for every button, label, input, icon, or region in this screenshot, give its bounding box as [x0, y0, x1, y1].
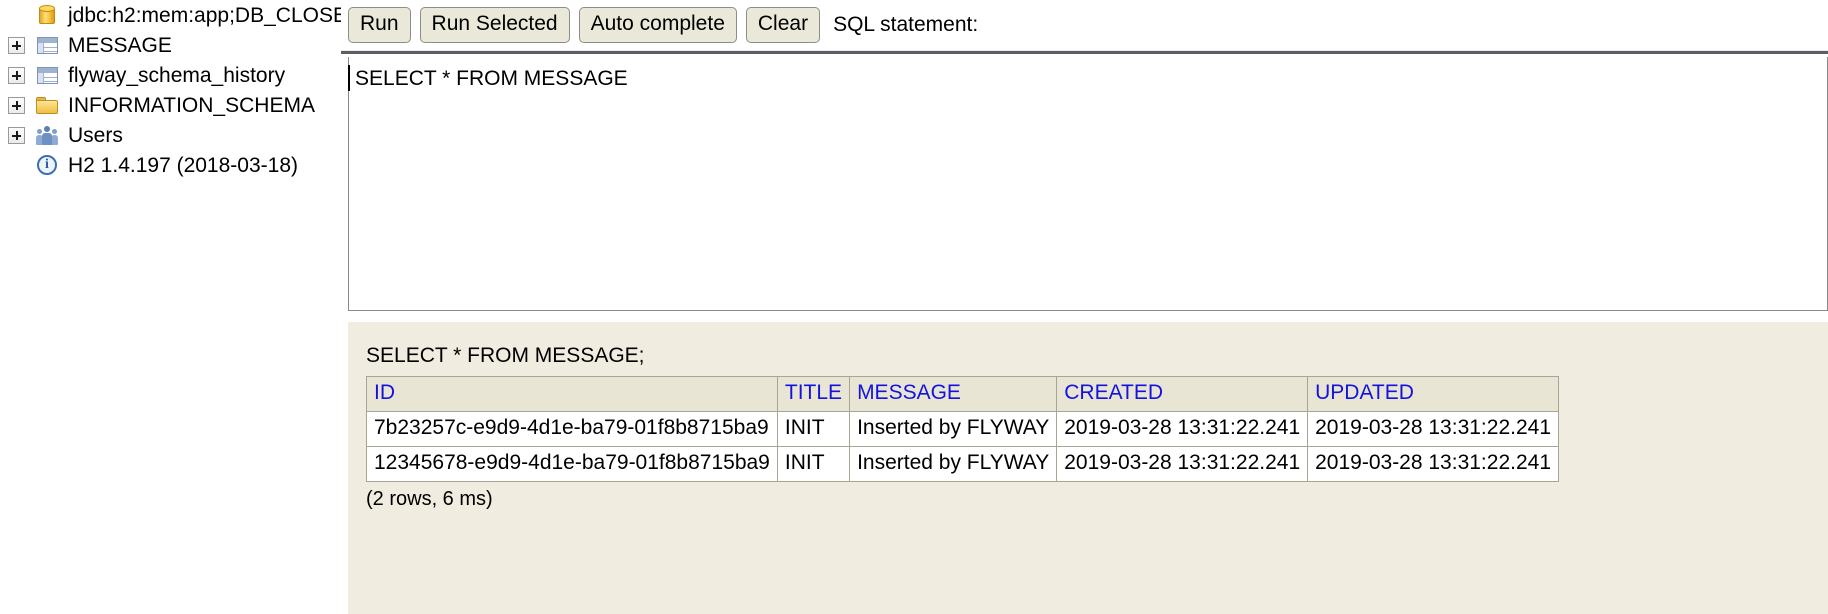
- expand-icon[interactable]: [8, 126, 25, 144]
- tree-item-label: Users: [68, 123, 123, 147]
- cell-message: Inserted by FLYWAY: [849, 411, 1058, 447]
- column-header-message[interactable]: MESSAGE: [849, 376, 1058, 412]
- table-icon: [35, 66, 59, 84]
- tree-item-label: flyway_schema_history: [68, 63, 286, 87]
- result-status-text: (2 rows, 6 ms): [366, 488, 493, 510]
- run-selected-button[interactable]: Run Selected: [419, 6, 570, 44]
- column-header-updated[interactable]: UPDATED: [1307, 376, 1559, 412]
- table-row: 12345678-e9d9-4d1e-ba79-01f8b8715ba9 INI…: [366, 446, 1559, 482]
- database-icon: [35, 4, 59, 26]
- expand-icon[interactable]: [8, 36, 25, 54]
- table-icon: [35, 36, 59, 54]
- cell-created: 2019-03-28 13:31:22.241: [1056, 411, 1309, 447]
- clear-button[interactable]: Clear: [745, 6, 821, 44]
- cell-updated: 2019-03-28 13:31:22.241: [1307, 411, 1559, 447]
- table-header-row: ID TITLE MESSAGE CREATED UPDATED: [366, 376, 1559, 412]
- sql-input[interactable]: [348, 57, 1828, 311]
- tree-item-label: INFORMATION_SCHEMA: [68, 93, 315, 117]
- result-panel: SELECT * FROM MESSAGE; ID TITLE MESSAGE …: [348, 322, 1828, 614]
- executed-query-echo: SELECT * FROM MESSAGE;: [366, 344, 645, 367]
- run-button[interactable]: Run: [348, 6, 411, 44]
- info-icon: i: [35, 155, 59, 175]
- cell-updated: 2019-03-28 13:31:22.241: [1307, 446, 1559, 482]
- cell-created: 2019-03-28 13:31:22.241: [1056, 446, 1309, 482]
- column-header-created[interactable]: CREATED: [1056, 376, 1309, 412]
- tree-item-label: MESSAGE: [68, 33, 172, 57]
- tree-item-version-info: i H2 1.4.197 (2018-03-18): [0, 150, 341, 180]
- table-row: 7b23257c-e9d9-4d1e-ba79-01f8b8715ba9 INI…: [366, 411, 1559, 447]
- database-tree-sidebar: jdbc:h2:mem:app;DB_CLOSE_D MESSAGE flywa…: [0, 0, 341, 614]
- cell-id: 7b23257c-e9d9-4d1e-ba79-01f8b8715ba9: [366, 411, 778, 447]
- tree-item-connection[interactable]: jdbc:h2:mem:app;DB_CLOSE_D: [0, 0, 341, 30]
- sql-editor-wrapper: [348, 57, 1828, 311]
- result-table: ID TITLE MESSAGE CREATED UPDATED 7b23257…: [366, 376, 1559, 482]
- toolbar-divider: [341, 51, 1828, 54]
- tree-item-information-schema[interactable]: INFORMATION_SCHEMA: [0, 90, 341, 120]
- column-header-title[interactable]: TITLE: [776, 376, 851, 412]
- folder-icon: [35, 96, 59, 114]
- cell-title: INIT: [776, 446, 851, 482]
- sql-toolbar: Run Run Selected Auto complete Clear SQL…: [341, 0, 1828, 50]
- auto-complete-button[interactable]: Auto complete: [578, 6, 737, 44]
- sql-statement-label: SQL statement:: [833, 13, 979, 36]
- cell-title: INIT: [776, 411, 851, 447]
- expand-icon[interactable]: [8, 66, 25, 84]
- cell-message: Inserted by FLYWAY: [849, 446, 1058, 482]
- cell-id: 12345678-e9d9-4d1e-ba79-01f8b8715ba9: [366, 446, 778, 482]
- tree-item-flyway-schema-history[interactable]: flyway_schema_history: [0, 60, 341, 90]
- version-label: H2 1.4.197 (2018-03-18): [68, 153, 298, 177]
- text-caret: [348, 65, 350, 91]
- tree-item-message[interactable]: MESSAGE: [0, 30, 341, 60]
- column-header-id[interactable]: ID: [366, 376, 778, 412]
- users-icon: [35, 125, 59, 145]
- main-panel: Run Run Selected Auto complete Clear SQL…: [341, 0, 1828, 614]
- connection-label: jdbc:h2:mem:app;DB_CLOSE_D: [68, 3, 341, 27]
- expand-icon[interactable]: [8, 96, 25, 114]
- h2-console-window: jdbc:h2:mem:app;DB_CLOSE_D MESSAGE flywa…: [0, 0, 1828, 614]
- tree-item-users[interactable]: Users: [0, 120, 341, 150]
